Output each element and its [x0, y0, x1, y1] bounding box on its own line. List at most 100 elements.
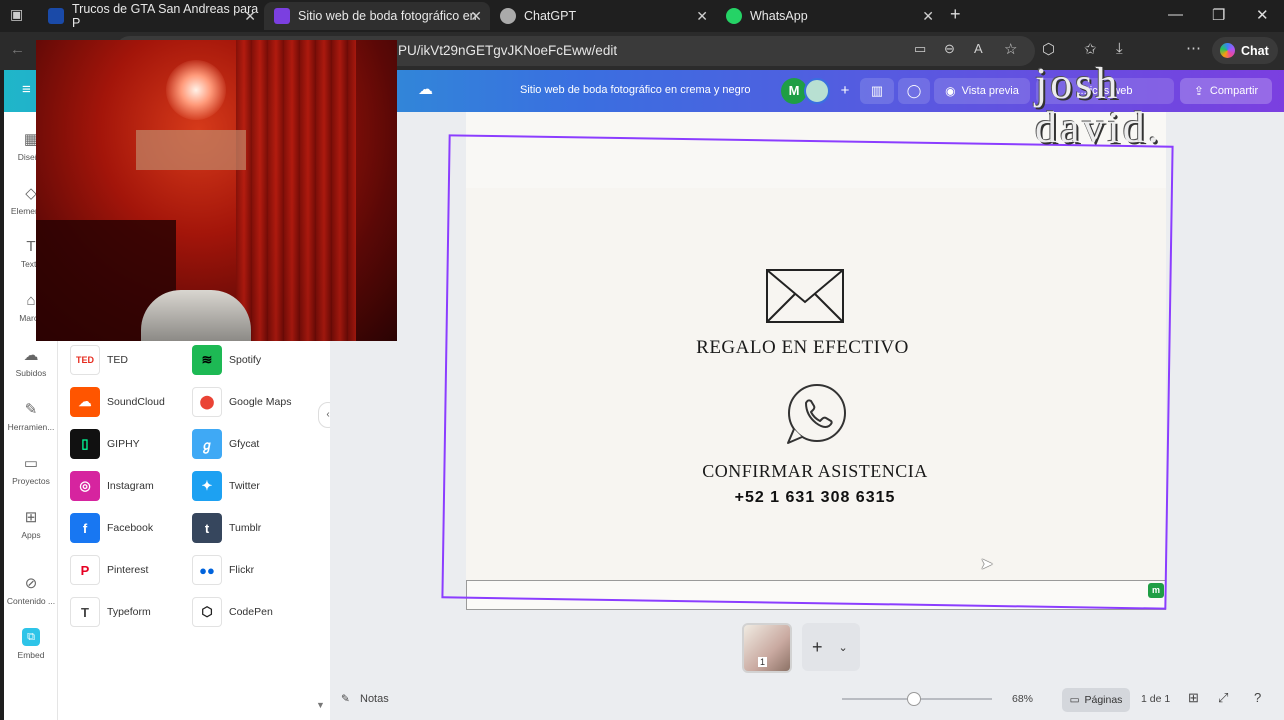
app-label: Twitter	[229, 480, 260, 492]
close-tab-icon[interactable]: ✕	[244, 8, 256, 25]
app-item-instagram[interactable]: ◎ Instagram	[70, 470, 154, 502]
app-item-twitter[interactable]: ✦ Twitter	[192, 470, 260, 502]
app-item-facebook[interactable]: f Facebook	[70, 512, 153, 544]
rail-label: Apps	[21, 530, 41, 540]
soundcloud-logo-icon: ☁	[70, 387, 100, 417]
chevron-down-icon[interactable]: ⌄	[839, 641, 848, 654]
folder-icon: ▭	[23, 455, 39, 472]
notes-icon[interactable]: ✎	[341, 693, 350, 705]
gfycat-logo-icon: ℊ	[192, 429, 222, 459]
zoom-icon[interactable]: ⊖	[944, 41, 955, 57]
more-options-icon[interactable]: ⋯	[1186, 39, 1201, 57]
webcam-light-glow	[166, 60, 226, 120]
tab-gta[interactable]: Trucos de GTA San Andreas para P ✕	[38, 2, 264, 30]
tab-chatgpt[interactable]: ChatGPT ✕	[490, 2, 716, 30]
read-aloud-icon[interactable]: A	[974, 41, 983, 56]
chatgpt-favicon-icon	[500, 8, 516, 24]
app-label: Instagram	[107, 480, 154, 492]
fullscreen-icon[interactable]: ⤢	[1218, 690, 1228, 706]
app-label: Google Maps	[229, 396, 292, 408]
app-label: TED	[107, 354, 128, 366]
tab-canva[interactable]: Sitio web de boda fotográfico en ✕	[264, 2, 490, 30]
collaborator-avatar[interactable]	[804, 78, 830, 104]
zoom-level[interactable]: 68%	[1012, 693, 1033, 705]
watermark-line2: david.	[1035, 103, 1162, 152]
app-item-tumblr[interactable]: t Tumblr	[192, 512, 261, 544]
help-icon[interactable]: ?	[1254, 690, 1261, 705]
copilot-chat-button[interactable]: Chat	[1212, 37, 1278, 64]
apps-icon: ⊞	[24, 509, 38, 526]
page-thumb-number: 1	[758, 657, 768, 667]
maximize-icon[interactable]: ❐	[1212, 6, 1225, 24]
rail-item-apps[interactable]: ⊞ Apps	[4, 508, 58, 540]
page-counter: 1 de 1	[1141, 693, 1171, 705]
app-item-pinterest[interactable]: P Pinterest	[70, 554, 148, 586]
app-item-gfycat[interactable]: ℊ Gfycat	[192, 428, 259, 460]
tab-label: Trucos de GTA San Andreas para P	[72, 2, 259, 30]
tab-actions-icon[interactable]: ▣	[10, 6, 23, 23]
app-label: Spotify	[229, 354, 262, 366]
preview-button[interactable]: ◉ Vista previa	[934, 78, 1030, 104]
back-icon[interactable]: ←	[10, 41, 25, 58]
menu-icon[interactable]: ≡	[22, 81, 31, 98]
rail-item-content[interactable]: ⊘ Contenido ...	[4, 574, 58, 606]
close-window-icon[interactable]: ✕	[1256, 6, 1269, 24]
app-item-flickr[interactable]: ●● Flickr	[192, 554, 254, 586]
page-thumbnail[interactable]: 1	[742, 623, 792, 673]
selection-outline	[441, 134, 1174, 610]
app-label: Gfycat	[229, 438, 260, 450]
favorites-icon[interactable]: ✩	[1084, 40, 1097, 58]
app-item-spotify[interactable]: ≋ Spotify	[192, 344, 261, 376]
plus-icon: +	[812, 636, 823, 657]
app-label: Typeform	[107, 606, 151, 618]
comment-icon: ◯	[906, 83, 922, 98]
app-label: Facebook	[107, 522, 154, 534]
instagram-logo-icon: ◎	[70, 471, 100, 501]
watermark-line1: josh	[1035, 59, 1121, 108]
close-tab-icon[interactable]: ✕	[922, 8, 934, 25]
close-tab-icon[interactable]: ✕	[470, 8, 482, 25]
whatsapp-favicon-icon	[726, 8, 742, 24]
pinterest-logo-icon: P	[70, 555, 100, 585]
minimize-icon[interactable]: —	[1168, 6, 1183, 23]
rail-item-projects[interactable]: ▭ Proyectos	[4, 454, 58, 486]
add-collaborator-icon[interactable]: +	[834, 80, 856, 102]
app-item-codepen[interactable]: ⬡ CodePen	[192, 596, 273, 628]
favorite-star-icon[interactable]: ☆	[1004, 40, 1017, 58]
canva-favicon-icon	[274, 8, 290, 24]
rail-item-uploads[interactable]: ☁ Subidos	[4, 346, 58, 378]
app-item-google-maps[interactable]: ⬤ Google Maps	[192, 386, 291, 418]
close-tab-icon[interactable]: ✕	[696, 8, 708, 25]
app-label: Flickr	[229, 564, 255, 576]
app-item-ted[interactable]: TED TED	[70, 344, 128, 376]
rail-item-tools[interactable]: ✎ Herramien...	[4, 400, 58, 432]
app-item-soundcloud[interactable]: ☁ SoundCloud	[70, 386, 165, 418]
downloads-icon[interactable]: ⤓	[1116, 40, 1123, 57]
tab-whatsapp[interactable]: WhatsApp ✕	[716, 2, 942, 30]
rail-item-embed[interactable]: ⧉ Embed	[4, 628, 58, 660]
embed-icon: ⧉	[22, 628, 40, 646]
pages-button[interactable]: ▭ Páginas	[1062, 688, 1130, 712]
twitter-logo-icon: ✦	[192, 471, 222, 501]
url-text[interactable]: PU/ikVt29nGETgvJKNoeFcEww/edit	[398, 43, 617, 58]
app-item-typeform[interactable]: T Typeform	[70, 596, 151, 628]
reading-view-icon[interactable]: ▭	[914, 41, 926, 57]
rail-label: Contenido ...	[6, 596, 56, 606]
gta-favicon-icon	[48, 8, 64, 24]
scroll-down-icon[interactable]: ▼	[316, 700, 325, 710]
notes-button[interactable]: Notas	[360, 693, 389, 705]
cloud-saved-icon[interactable]: ☁	[418, 80, 433, 98]
app-label: CodePen	[229, 606, 273, 618]
grid-view-icon[interactable]: ⊞	[1188, 690, 1199, 706]
new-tab-icon[interactable]: +	[950, 4, 961, 25]
document-title[interactable]: Sitio web de boda fotográfico en crema y…	[520, 84, 751, 96]
zoom-slider-handle[interactable]	[907, 692, 921, 706]
insights-button[interactable]: ▥	[860, 78, 894, 104]
app-item-giphy[interactable]: ▯ GIPHY	[70, 428, 140, 460]
tab-label: WhatsApp	[750, 9, 808, 23]
extensions-icon[interactable]: ⬡	[1042, 40, 1055, 58]
comments-button[interactable]: ◯	[898, 78, 930, 104]
webcam-shelf	[136, 130, 246, 170]
copilot-icon	[1220, 43, 1235, 58]
add-page-button[interactable]: + ⌄	[802, 623, 860, 671]
